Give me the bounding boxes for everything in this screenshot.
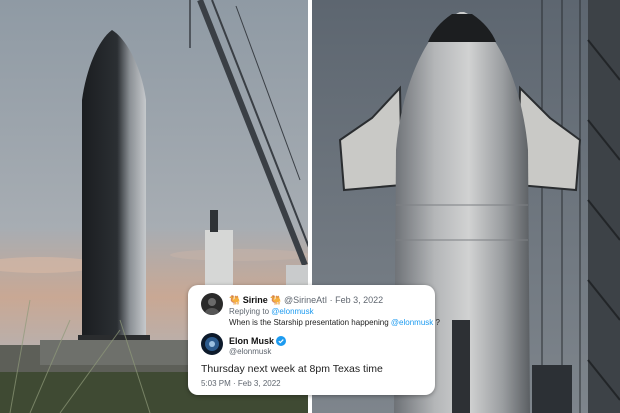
profile-photo-icon bbox=[201, 293, 223, 315]
answer-header: Elon Musk bbox=[229, 336, 287, 346]
verified-badge-icon bbox=[276, 336, 287, 346]
answer-tweet-text: Thursday next week at 8pm Texas time bbox=[201, 363, 383, 375]
answer-time[interactable]: 5:03 PM bbox=[201, 379, 231, 388]
reply-header: 🐫 Sirine 🐫 @SirineAtI · Feb 3, 2022 bbox=[229, 295, 383, 306]
starship-prototype bbox=[82, 30, 146, 340]
profile-photo-icon bbox=[201, 333, 223, 355]
answer-handle[interactable]: @elonmusk bbox=[229, 347, 271, 356]
sirine-avatar[interactable] bbox=[201, 293, 223, 315]
reply-handle[interactable]: @SirineAtI bbox=[284, 295, 327, 305]
replying-to-line: Replying to @elonmusk bbox=[229, 307, 314, 316]
reply-text-end: ? bbox=[435, 318, 440, 327]
answer-date[interactable]: · Feb 3, 2022 bbox=[233, 379, 281, 388]
replying-to-label: Replying to bbox=[229, 307, 270, 316]
reply-mention[interactable]: @elonmusk bbox=[391, 318, 433, 327]
reply-tweet-text: When is the Starship presentation happen… bbox=[229, 318, 440, 327]
tweet-screenshot-card: 🐫 Sirine 🐫 @SirineAtI · Feb 3, 2022 Repl… bbox=[188, 285, 440, 395]
elon-avatar[interactable] bbox=[201, 333, 223, 355]
reply-display-name[interactable]: 🐫 Sirine 🐫 bbox=[229, 295, 281, 305]
replying-to-handle[interactable]: @elonmusk bbox=[271, 307, 313, 316]
answer-timestamp: 5:03 PM · Feb 3, 2022 bbox=[201, 379, 281, 388]
answer-display-name[interactable]: Elon Musk bbox=[229, 336, 274, 346]
reply-date[interactable]: · Feb 3, 2022 bbox=[330, 295, 384, 305]
reply-text: When is the Starship presentation happen… bbox=[229, 318, 389, 327]
